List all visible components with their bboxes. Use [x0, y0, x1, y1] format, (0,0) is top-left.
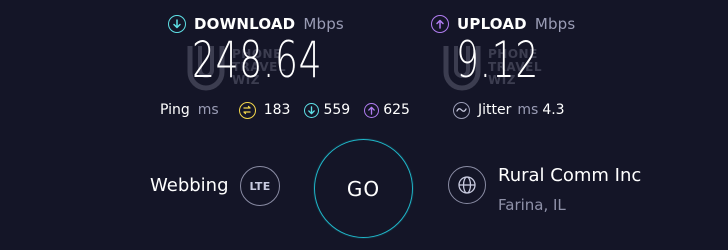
go-button[interactable]: GO: [314, 139, 413, 238]
jitter-unit: ms: [517, 102, 539, 118]
jitter-value: 4.3: [542, 102, 565, 118]
lte-badge: LTE: [240, 166, 280, 206]
ping-idle-value: 183: [263, 102, 291, 118]
upload-speed-value: 9.12: [456, 31, 540, 89]
ping-label: Ping: [160, 102, 190, 118]
upload-unit: Mbps: [534, 15, 576, 33]
download-speed-value: 248.64: [192, 31, 323, 89]
idle-ping-icon: [238, 101, 256, 119]
jitter-label: Jitter: [478, 102, 512, 118]
ping-row: Ping ms 183 559 625: [160, 100, 410, 120]
download-ping-icon: [304, 102, 320, 118]
jitter-icon: [453, 101, 470, 119]
provider-location: Farina, IL: [498, 196, 566, 214]
upload-ping-icon: [364, 102, 380, 118]
ping-upload-value: 625: [383, 102, 410, 118]
network-name: Webbing: [150, 175, 229, 196]
jitter-row: Jitter ms 4.3: [453, 100, 565, 120]
upload-arrow-icon: [431, 15, 449, 33]
ping-download-value: 559: [323, 102, 351, 118]
provider-name: Rural Comm Inc: [498, 165, 642, 186]
globe-icon: [448, 166, 486, 204]
ping-unit: ms: [197, 102, 219, 118]
download-arrow-icon: [168, 15, 186, 33]
